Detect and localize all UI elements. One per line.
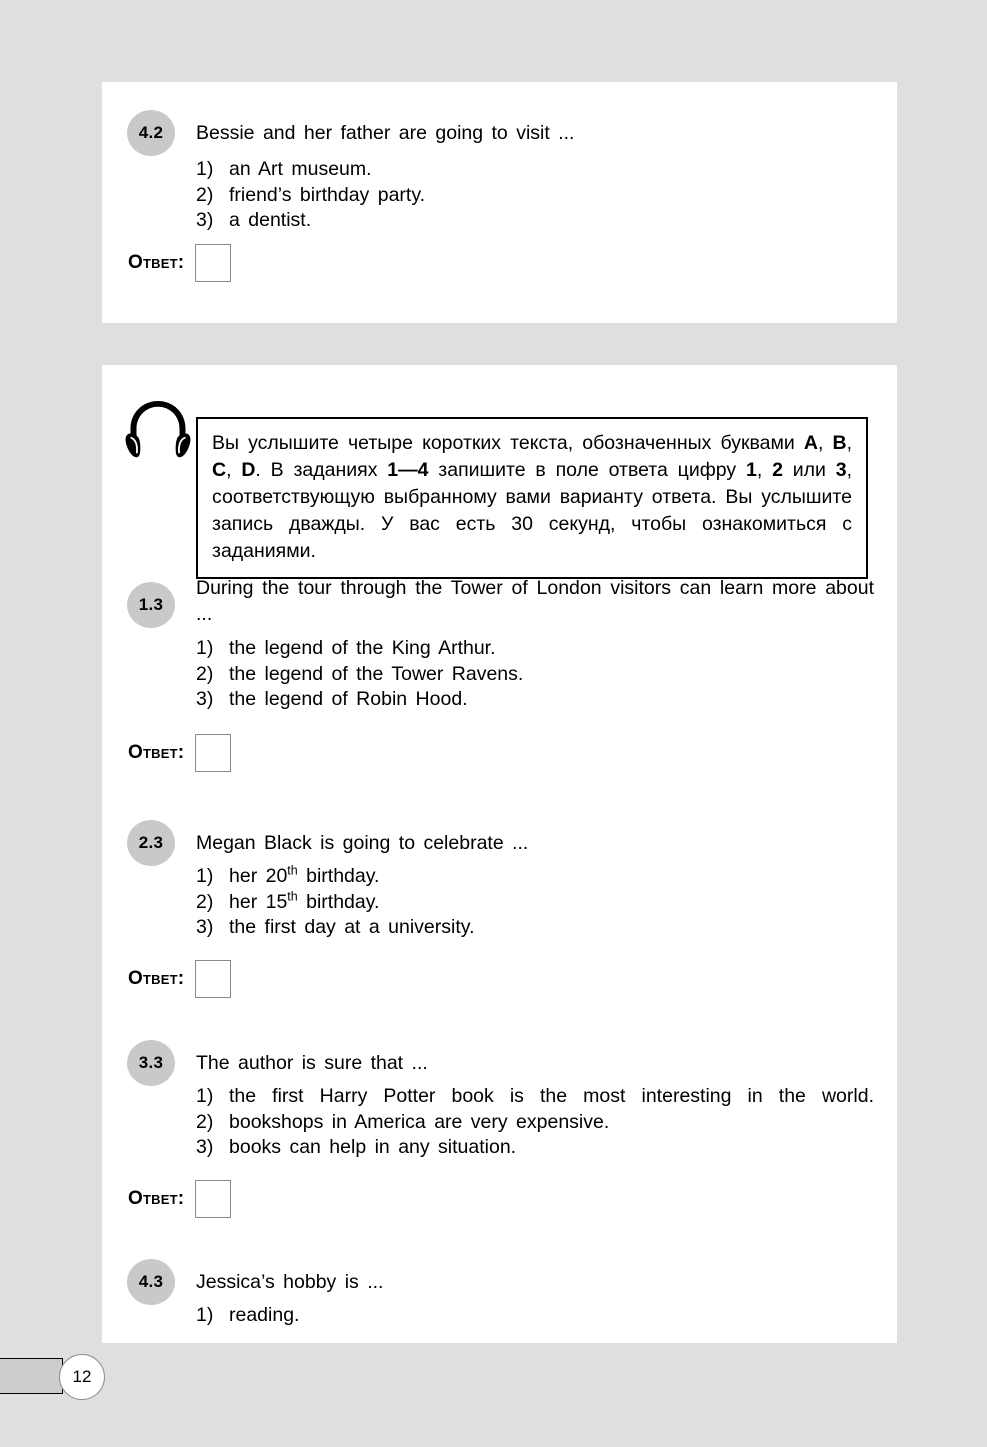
option-item[interactable]: 3) a dentist. <box>196 208 874 234</box>
question-number-badge: 4.2 <box>127 110 175 156</box>
instruction-box: Вы услышите четыре коротких текста, обоз… <box>196 417 868 579</box>
option-text: her 20th birthday. <box>229 863 380 887</box>
answer-label: Ответ: <box>128 1188 185 1209</box>
question-number-badge: 1.3 <box>127 582 175 628</box>
option-number: 1) <box>196 637 214 659</box>
answer-input-box[interactable] <box>195 960 232 998</box>
option-item[interactable]: 1) her 20th birthday. <box>196 864 874 890</box>
headphones-icon <box>124 397 192 463</box>
option-number: 1) <box>196 865 214 887</box>
answer-input-box[interactable] <box>195 734 232 772</box>
options-list-4-3: 1) reading. <box>196 1303 874 1329</box>
option-text: an Art museum. <box>229 158 372 180</box>
page-number: 12 <box>59 1354 105 1400</box>
option-item[interactable]: 2) friend’s birthday party. <box>196 183 874 209</box>
options-list-4-2: 1) an Art museum. 2) friend’s birthday p… <box>196 157 874 234</box>
option-text: a dentist. <box>229 209 312 231</box>
options-list-1-3: 1) the legend of the King Arthur. 2) the… <box>196 636 874 713</box>
answer-row: Ответ: <box>128 1180 232 1218</box>
option-text: the legend of the King Arthur. <box>229 637 496 659</box>
question-number-badge: 4.3 <box>127 1259 175 1305</box>
option-number: 1) <box>196 1085 214 1107</box>
option-item[interactable]: 1) the first Harry Potter book is the mo… <box>196 1084 874 1110</box>
option-text: the first Harry Potter book is the most … <box>229 1085 874 1107</box>
question-number-badge: 2.3 <box>127 820 175 866</box>
question-panel-top: 4.2 Bessie and her father are going to v… <box>102 82 897 323</box>
option-number: 2) <box>196 183 214 206</box>
option-item[interactable]: 3) books can help in any situation. <box>196 1135 874 1161</box>
option-number: 2) <box>196 1110 214 1133</box>
option-item[interactable]: 1) reading. <box>196 1303 874 1329</box>
answer-row: Ответ: <box>128 244 232 282</box>
options-list-2-3: 1) her 20th birthday. 2) her 15th birthd… <box>196 864 874 941</box>
option-item[interactable]: 2) the legend of the Tower Ravens. <box>196 662 874 688</box>
option-item[interactable]: 2) bookshops in America are very expensi… <box>196 1110 874 1136</box>
option-number: 2) <box>196 662 214 685</box>
option-item[interactable]: 1) the legend of the King Arthur. <box>196 636 874 662</box>
answer-row: Ответ: <box>128 734 232 772</box>
question-stem: Bessie and her father are going to visit… <box>196 122 575 144</box>
options-list-3-3: 1) the first Harry Potter book is the mo… <box>196 1084 874 1161</box>
option-number: 1) <box>196 158 214 180</box>
option-item[interactable]: 3) the legend of Robin Hood. <box>196 687 874 713</box>
option-text: the legend of Robin Hood. <box>229 688 468 710</box>
answer-input-box[interactable] <box>195 244 232 282</box>
answer-row: Ответ: <box>128 960 232 998</box>
question-stem: Jessica’s hobby is ... <box>196 1271 384 1293</box>
option-number: 1) <box>196 1304 214 1326</box>
answer-label: Ответ: <box>128 252 185 273</box>
answer-label: Ответ: <box>128 742 185 763</box>
answer-input-box[interactable] <box>195 1180 232 1218</box>
instruction-text: Вы услышите четыре коротких текста, обоз… <box>212 432 852 562</box>
question-panel-main: Вы услышите четыре коротких текста, обоз… <box>102 365 897 1343</box>
option-item[interactable]: 1) an Art museum. <box>196 157 874 183</box>
ordinal-suffix: th <box>287 889 298 903</box>
option-text: reading. <box>229 1304 300 1326</box>
option-number: 3) <box>196 688 214 710</box>
option-text: books can help in any situation. <box>229 1136 517 1158</box>
option-text: the legend of the Tower Ravens. <box>229 662 524 685</box>
option-text: bookshops in America are very expensive. <box>229 1110 610 1133</box>
question-stem: The author is sure that ... <box>196 1052 428 1074</box>
footer-bar <box>0 1358 63 1394</box>
question-stem: During the tour through the Tower of Lon… <box>196 577 874 625</box>
listening-instruction-area: Вы услышите четыре коротких текста, обоз… <box>102 389 897 579</box>
answer-label: Ответ: <box>128 968 185 989</box>
option-text: her 15th birthday. <box>229 889 380 913</box>
option-item[interactable]: 2) her 15th birthday. <box>196 890 874 916</box>
option-item[interactable]: 3) the first day at a university. <box>196 915 874 941</box>
option-number: 3) <box>196 916 214 938</box>
option-text: the first day at a university. <box>229 916 475 938</box>
option-number: 3) <box>196 1136 214 1158</box>
option-number: 3) <box>196 209 214 231</box>
question-stem: Megan Black is going to celebrate ... <box>196 832 529 854</box>
option-text: friend’s birthday party. <box>229 183 426 206</box>
question-number-badge: 3.3 <box>127 1040 175 1086</box>
ordinal-suffix: th <box>287 863 298 878</box>
option-number: 2) <box>196 890 214 913</box>
